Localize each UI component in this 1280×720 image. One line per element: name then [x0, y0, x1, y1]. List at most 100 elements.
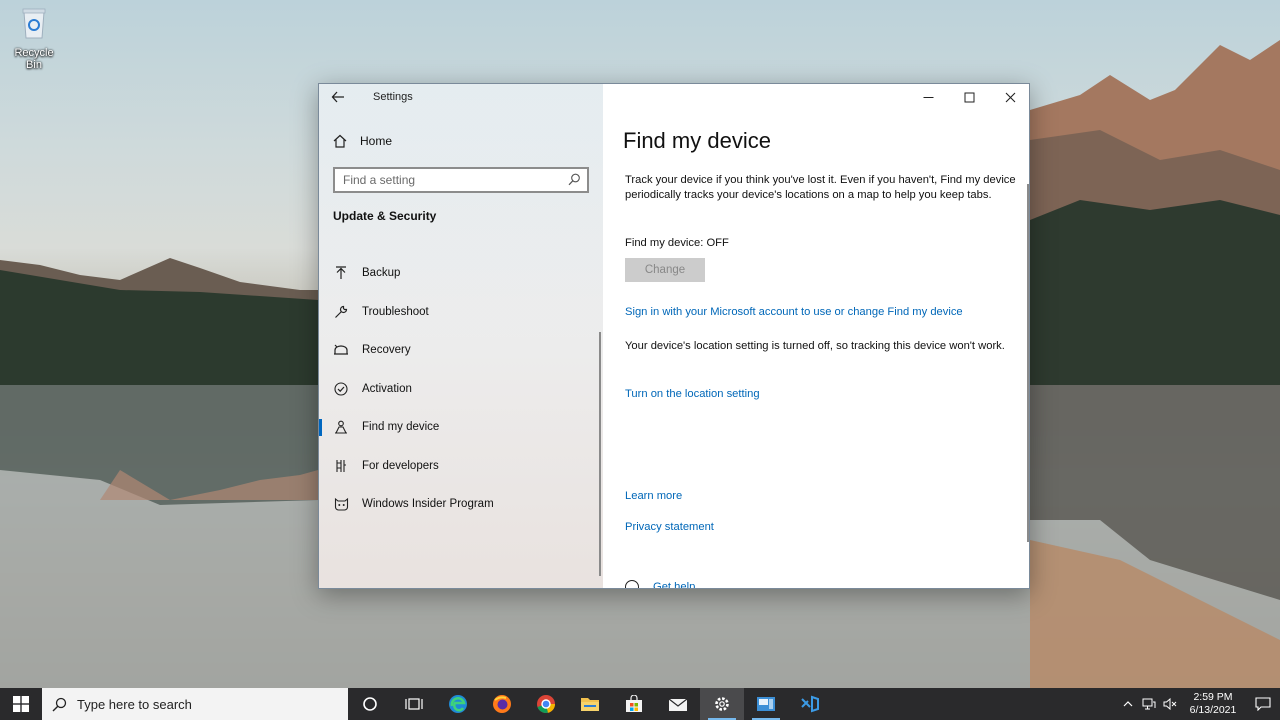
- recycle-bin-icon: [22, 8, 46, 39]
- chrome-icon: [537, 695, 556, 714]
- nav-list: Backup Troubleshoot Recovery Activation …: [319, 254, 599, 524]
- maximize-button[interactable]: [949, 84, 990, 110]
- content-pane: Find my device Track your device if you …: [603, 84, 1029, 589]
- page-title: Find my device: [623, 128, 771, 153]
- insider-cat-icon: [333, 496, 349, 512]
- taskbar-search-box[interactable]: Type here to search: [42, 688, 348, 720]
- close-icon: [1005, 92, 1016, 102]
- nav-item-label: Recovery: [362, 344, 411, 357]
- window-title: Settings: [373, 91, 413, 103]
- find-my-device-status: Find my device: OFF: [625, 237, 729, 249]
- nav-item-label: Troubleshoot: [362, 305, 429, 318]
- nav-item-label: For developers: [362, 459, 439, 472]
- wrench-icon: [333, 304, 349, 320]
- home-icon: [333, 134, 347, 148]
- sign-in-link[interactable]: Sign in with your Microsoft account to u…: [625, 306, 963, 318]
- minimize-button[interactable]: [908, 84, 949, 110]
- action-center-button[interactable]: [1246, 688, 1280, 720]
- recycle-bin-label: Recycle Bin: [14, 47, 54, 71]
- nav-item-activation[interactable]: Activation: [319, 370, 599, 409]
- settings-window: Settings Home Update & Security Backup T…: [318, 83, 1030, 589]
- taskbar-firefox[interactable]: [480, 688, 524, 720]
- home-label: Home: [360, 134, 393, 148]
- visual-studio-icon: [801, 695, 819, 713]
- firefox-icon: [493, 695, 511, 713]
- get-help-label: Get help: [653, 581, 696, 589]
- minimize-icon: [923, 96, 934, 98]
- taskbar: Type here to search 2:59 PM 6/13/2021: [0, 688, 1280, 720]
- taskbar-visual-studio[interactable]: [788, 688, 832, 720]
- chevron-up-icon: [1123, 701, 1132, 707]
- change-button[interactable]: Change: [625, 258, 705, 282]
- start-button[interactable]: [0, 688, 42, 720]
- developer-tools-icon: [333, 458, 349, 474]
- taskbar-app[interactable]: [744, 688, 788, 720]
- recovery-icon: [333, 342, 349, 358]
- close-button[interactable]: [990, 84, 1029, 110]
- nav-item-label: Backup: [362, 267, 401, 280]
- taskbar-chrome[interactable]: [524, 688, 568, 720]
- taskbar-store[interactable]: [612, 688, 656, 720]
- taskbar-task-view[interactable]: [392, 688, 436, 720]
- section-title: Update & Security: [333, 209, 437, 223]
- taskbar-mail[interactable]: [656, 688, 700, 720]
- window-controls: [908, 84, 1029, 110]
- store-icon: [626, 695, 642, 712]
- arrow-left-icon: [331, 91, 344, 103]
- edge-icon: [449, 695, 467, 713]
- get-help-link[interactable]: Get help: [625, 580, 696, 589]
- backup-icon: [333, 265, 349, 281]
- cortana-icon: [363, 697, 377, 711]
- person-pin-icon: [333, 419, 349, 435]
- file-explorer-icon: [581, 698, 599, 711]
- nav-item-for-developers[interactable]: For developers: [319, 447, 599, 486]
- search-input[interactable]: [335, 169, 555, 191]
- help-chat-icon: [625, 580, 639, 588]
- notification-icon: [1255, 697, 1271, 711]
- app-icon: [757, 697, 775, 711]
- maximize-icon: [964, 92, 975, 102]
- volume-muted-icon: [1163, 698, 1176, 710]
- search-icon: [52, 697, 67, 711]
- clock-time: 2:59 PM: [1193, 691, 1233, 703]
- settings-icon: [715, 697, 729, 711]
- volume-button[interactable]: [1159, 688, 1180, 720]
- nav-item-windows-insider[interactable]: Windows Insider Program: [319, 485, 599, 524]
- content-scrollbar[interactable]: [1027, 184, 1029, 542]
- nav-home[interactable]: Home: [333, 134, 392, 148]
- nav-item-label: Activation: [362, 382, 412, 395]
- taskbar-edge[interactable]: [436, 688, 480, 720]
- system-tray: 2:59 PM 6/13/2021: [1117, 688, 1280, 720]
- clock-date: 6/13/2021: [1189, 704, 1237, 716]
- nav-item-find-my-device[interactable]: Find my device: [319, 408, 599, 447]
- check-circle-icon: [333, 381, 349, 397]
- show-hidden-icons-button[interactable]: [1117, 688, 1138, 720]
- nav-item-label: Find my device: [362, 421, 440, 434]
- location-note: Your device's location setting is turned…: [625, 340, 1005, 352]
- taskbar-file-explorer[interactable]: [568, 688, 612, 720]
- search-icon: [568, 173, 580, 186]
- network-icon: [1142, 698, 1155, 710]
- taskbar-cortana[interactable]: [348, 688, 392, 720]
- location-setting-link[interactable]: Turn on the location setting: [625, 388, 760, 400]
- nav-pane: Settings Home Update & Security Backup T…: [319, 84, 603, 588]
- back-button[interactable]: [331, 90, 351, 106]
- learn-more-link[interactable]: Learn more: [625, 490, 682, 502]
- taskbar-apps: [348, 688, 832, 720]
- nav-item-troubleshoot[interactable]: Troubleshoot: [319, 293, 599, 332]
- taskbar-clock[interactable]: 2:59 PM 6/13/2021: [1180, 691, 1246, 717]
- find-setting-search[interactable]: [333, 167, 589, 193]
- nav-scrollbar[interactable]: [599, 332, 601, 576]
- nav-item-backup[interactable]: Backup: [319, 254, 599, 293]
- page-description: Track your device if you think you've lo…: [625, 174, 1016, 201]
- privacy-statement-link[interactable]: Privacy statement: [625, 521, 714, 533]
- taskbar-settings[interactable]: [700, 688, 744, 720]
- nav-item-recovery[interactable]: Recovery: [319, 331, 599, 370]
- taskbar-search-placeholder: Type here to search: [77, 696, 192, 712]
- mail-icon: [668, 698, 688, 711]
- nav-item-label: Windows Insider Program: [362, 498, 494, 511]
- task-view-icon: [405, 698, 423, 710]
- recycle-bin-shortcut[interactable]: Recycle Bin: [6, 6, 62, 71]
- windows-logo-icon: [13, 696, 29, 712]
- network-button[interactable]: [1138, 688, 1159, 720]
